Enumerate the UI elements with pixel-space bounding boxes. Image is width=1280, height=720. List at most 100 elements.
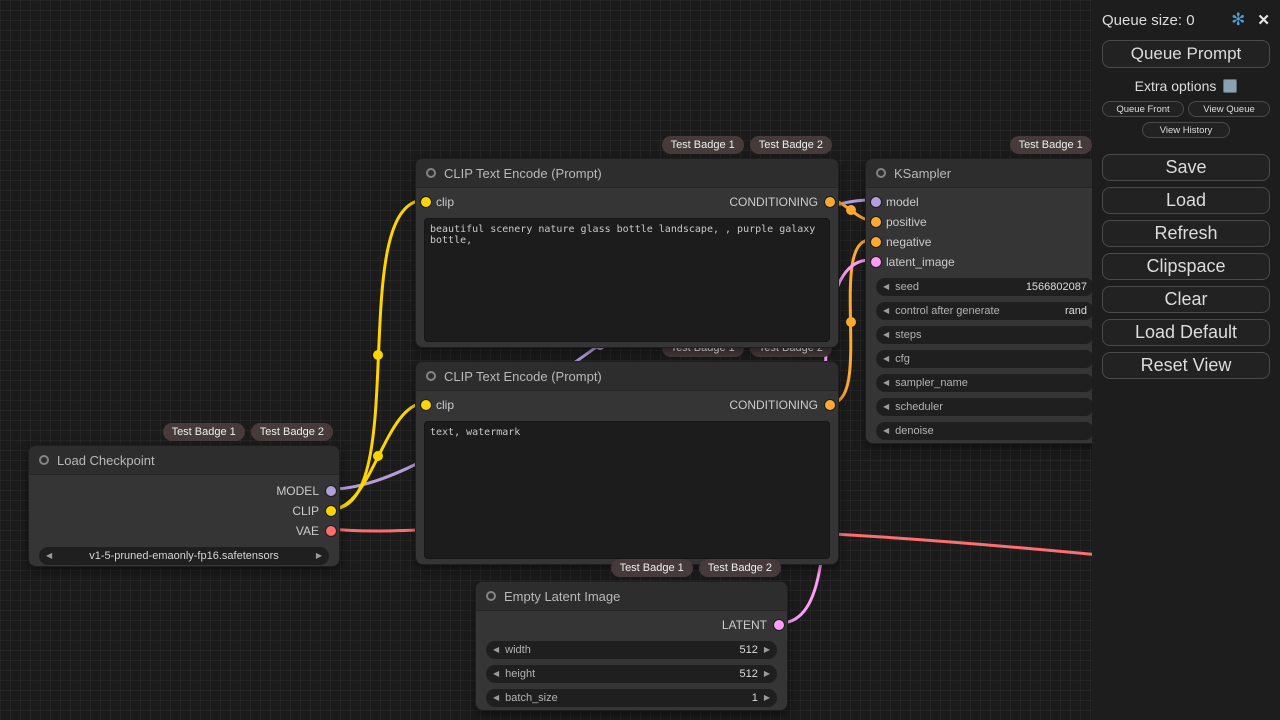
decrement-arrow-icon[interactable]: ◀: [493, 670, 499, 678]
link-midpoint-dot: [373, 451, 383, 461]
link-midpoint-dot: [373, 350, 383, 360]
input-slot-negative: negative: [866, 232, 1104, 252]
node-title: CLIP Text Encode (Prompt): [444, 369, 602, 384]
increment-arrow-icon[interactable]: ▶: [764, 646, 770, 654]
test-badge-1: Test Badge 1: [662, 136, 744, 154]
settings-gear-icon[interactable]: ✻: [1231, 10, 1245, 30]
extra-options-checkbox[interactable]: [1223, 79, 1237, 93]
save-button[interactable]: Save: [1102, 154, 1270, 181]
node-clip-text-encode-positive[interactable]: Test Badge 1 Test Badge 2 CLIP Text Enco…: [415, 158, 839, 348]
node-title-bar[interactable]: Load Checkpoint: [29, 446, 339, 475]
load-button[interactable]: Load: [1102, 187, 1270, 214]
test-badge-2: Test Badge 2: [251, 423, 333, 441]
clip-slot-dot[interactable]: [326, 506, 336, 516]
node-title: CLIP Text Encode (Prompt): [444, 166, 602, 181]
vae-slot-dot[interactable]: [326, 526, 336, 536]
widget-control-after-generate[interactable]: ◀ control after generate rand: [876, 302, 1094, 320]
node-title-bar[interactable]: CLIP Text Encode (Prompt): [416, 159, 838, 188]
node-empty-latent-image[interactable]: Test Badge 1 Test Badge 2 Empty Latent I…: [475, 581, 788, 711]
node-title: KSampler: [894, 166, 951, 181]
prompt-textarea[interactable]: text, watermark: [424, 421, 830, 559]
clip-input-dot[interactable]: [421, 400, 431, 410]
collapse-dot-icon[interactable]: [426, 168, 436, 178]
badge-row: Test Badge 1 Test Badge 2: [611, 559, 781, 577]
menu-panel: Queue size: 0 ✻ ✕ Queue Prompt Extra opt…: [1092, 0, 1280, 720]
clear-button[interactable]: Clear: [1102, 286, 1270, 313]
decrement-arrow-icon[interactable]: ◀: [883, 307, 889, 315]
collapse-dot-icon[interactable]: [486, 591, 496, 601]
view-history-button[interactable]: View History: [1142, 122, 1230, 138]
comfyui-canvas[interactable]: Test Badge 1 Test Badge 2 Load Checkpoin…: [0, 0, 1280, 720]
close-icon[interactable]: ✕: [1257, 11, 1270, 29]
increment-arrow-icon[interactable]: ▶: [316, 552, 322, 560]
decrement-arrow-icon[interactable]: ◀: [46, 552, 52, 560]
increment-arrow-icon[interactable]: ▶: [764, 670, 770, 678]
decrement-arrow-icon[interactable]: ◀: [883, 331, 889, 339]
reset-view-button[interactable]: Reset View: [1102, 352, 1270, 379]
decrement-arrow-icon[interactable]: ◀: [883, 283, 889, 291]
node-ksampler[interactable]: Test Badge 1 Test Badge 2 KSampler model…: [865, 158, 1105, 444]
latent-output-dot[interactable]: [774, 620, 784, 630]
clipspace-button[interactable]: Clipspace: [1102, 253, 1270, 280]
widget-cfg[interactable]: ◀ cfg: [876, 350, 1094, 368]
node-title: Empty Latent Image: [504, 589, 620, 604]
decrement-arrow-icon[interactable]: ◀: [493, 694, 499, 702]
decrement-arrow-icon[interactable]: ◀: [883, 379, 889, 387]
clip-input-dot[interactable]: [421, 197, 431, 207]
output-slot-model: MODEL: [29, 481, 339, 501]
node-load-checkpoint[interactable]: Test Badge 1 Test Badge 2 Load Checkpoin…: [28, 445, 340, 567]
node-title-bar[interactable]: Empty Latent Image: [476, 582, 787, 611]
link-midpoint-dot: [846, 317, 856, 327]
widget-width[interactable]: ◀ width 512 ▶: [486, 641, 777, 659]
node-title: Load Checkpoint: [57, 453, 155, 468]
input-slot-positive: positive: [866, 212, 1104, 232]
test-badge-1: Test Badge 1: [1010, 136, 1092, 154]
prompt-textarea[interactable]: beautiful scenery nature glass bottle la…: [424, 218, 830, 342]
conditioning-output-dot[interactable]: [825, 197, 835, 207]
badge-row: Test Badge 1 Test Badge 2: [163, 423, 333, 441]
widget-denoise[interactable]: ◀ denoise: [876, 422, 1094, 440]
collapse-dot-icon[interactable]: [39, 455, 49, 465]
slot-row: clip CONDITIONING: [416, 395, 838, 415]
wire-clip-to-positive: [332, 200, 425, 509]
extra-options-label: Extra options: [1135, 78, 1217, 94]
model-slot-dot[interactable]: [326, 486, 336, 496]
widget-batch-size[interactable]: ◀ batch_size 1 ▶: [486, 689, 777, 707]
view-queue-button[interactable]: View Queue: [1188, 101, 1270, 117]
latent-image-input-dot[interactable]: [871, 257, 881, 267]
widget-steps[interactable]: ◀ steps: [876, 326, 1094, 344]
wire-clip-to-negative: [332, 403, 425, 509]
node-title-bar[interactable]: KSampler: [866, 159, 1104, 188]
decrement-arrow-icon[interactable]: ◀: [493, 646, 499, 654]
positive-input-dot[interactable]: [871, 217, 881, 227]
collapse-dot-icon[interactable]: [426, 371, 436, 381]
queue-front-button[interactable]: Queue Front: [1102, 101, 1184, 117]
node-title-bar[interactable]: CLIP Text Encode (Prompt): [416, 362, 838, 391]
queue-size-label: Queue size: 0: [1102, 12, 1195, 29]
refresh-button[interactable]: Refresh: [1102, 220, 1270, 247]
conditioning-output-dot[interactable]: [825, 400, 835, 410]
widget-seed[interactable]: ◀ seed 1566802087: [876, 278, 1094, 296]
model-input-dot[interactable]: [871, 197, 881, 207]
input-slot-model: model: [866, 192, 1104, 212]
test-badge-1: Test Badge 1: [163, 423, 245, 441]
badge-row: Test Badge 1 Test Badge 2: [662, 136, 832, 154]
collapse-dot-icon[interactable]: [876, 168, 886, 178]
ckpt-name-value: v1-5-pruned-emaonly-fp16.safetensors: [58, 550, 310, 562]
input-slot-latent-image: latent_image: [866, 252, 1104, 272]
decrement-arrow-icon[interactable]: ◀: [883, 403, 889, 411]
load-default-button[interactable]: Load Default: [1102, 319, 1270, 346]
widget-scheduler[interactable]: ◀ scheduler: [876, 398, 1094, 416]
link-midpoint-dot: [846, 205, 856, 215]
queue-prompt-button[interactable]: Queue Prompt: [1102, 40, 1270, 68]
decrement-arrow-icon[interactable]: ◀: [883, 355, 889, 363]
decrement-arrow-icon[interactable]: ◀: [883, 427, 889, 435]
negative-input-dot[interactable]: [871, 237, 881, 247]
widget-sampler-name[interactable]: ◀ sampler_name: [876, 374, 1094, 392]
test-badge-2: Test Badge 2: [750, 136, 832, 154]
node-clip-text-encode-negative[interactable]: Test Badge 1 Test Badge 2 CLIP Text Enco…: [415, 361, 839, 565]
output-slot-clip: CLIP: [29, 501, 339, 521]
widget-height[interactable]: ◀ height 512 ▶: [486, 665, 777, 683]
increment-arrow-icon[interactable]: ▶: [764, 694, 770, 702]
widget-ckpt-name[interactable]: ◀ v1-5-pruned-emaonly-fp16.safetensors ▶: [39, 547, 329, 565]
